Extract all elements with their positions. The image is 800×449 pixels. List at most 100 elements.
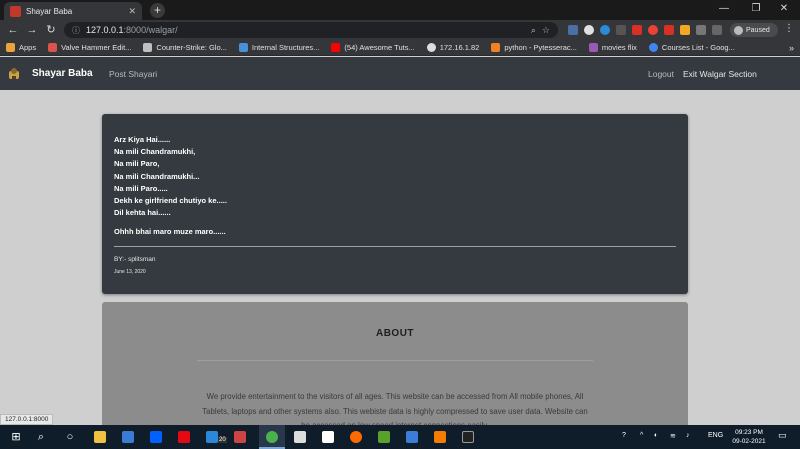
tray-chevron-icon[interactable]: ^ [640,432,643,439]
exit-walgar-link[interactable]: Exit Walgar Section [683,69,757,79]
site-favicon-icon [10,5,21,17]
notifications-icon[interactable]: ▭ [778,430,787,441]
network-icon[interactable]: ◐ [654,432,658,439]
puzzle-icon[interactable] [696,25,706,35]
site-info-icon[interactable]: ⓘ [72,25,80,36]
site-navbar: Shayar Baba Post Shayari Logout Exit Wal… [0,57,800,90]
poem-line: Dekh ke girlfriend chutiyo ke..... [114,196,227,206]
bookmark-item[interactable]: Apps [6,43,36,52]
terminal-icon[interactable] [462,431,474,443]
url-text: 127.0.0.1:8000/walgar/ [86,25,178,35]
help-icon[interactable]: ? [622,432,626,439]
app-icon[interactable] [234,431,246,443]
task-view-icon[interactable]: ○ [62,429,78,445]
bookmark-item[interactable]: Internal Structures... [238,43,319,52]
web-page: Shayar Baba Post Shayari Logout Exit Wal… [0,57,800,425]
bookmark-favicon-icon [238,43,248,52]
tab-title: Shayar Baba [26,6,73,16]
bookmark-item[interactable]: (54) Awesome Tuts... [331,43,415,52]
reload-button[interactable]: ↻ [44,23,58,37]
bookmarks-overflow-button[interactable]: » [789,43,794,53]
stackoverflow-icon [491,43,501,52]
post-date: June 13, 2020 [114,269,146,276]
extension-icon[interactable] [632,25,642,35]
store-icon[interactable] [122,431,134,443]
poem-line: Dil kehta hai...... [114,208,171,218]
app-icon[interactable] [378,431,390,443]
unity-icon[interactable] [322,431,334,443]
clock-date: 09-02-2021 [732,438,766,445]
post-author: BY:- splitsman [114,256,156,264]
bookmark-star-icon[interactable]: ☆ [542,25,550,36]
file-explorer-icon[interactable] [94,431,106,443]
profile-status: Paused [746,26,770,34]
chrome-icon[interactable] [266,431,278,443]
menu-icon[interactable]: ⋮ [784,23,794,34]
link-status-bar: 127.0.0.1:8000 [0,414,54,425]
post-shayari-link[interactable]: Post Shayari [109,69,157,79]
poem-line: Na mili Chandramukhi... [114,171,200,181]
new-tab-button[interactable]: + [150,3,165,18]
bookmark-item[interactable]: movies flix [588,43,637,52]
extension-icon[interactable] [568,25,578,35]
youtube-icon [331,43,341,52]
google-icon [648,43,658,52]
about-heading: ABOUT [375,328,415,339]
browser-toolbar: ← → ↻ ⓘ 127.0.0.1:8000/walgar/ ⌕ ☆ Pause… [0,20,800,40]
back-button[interactable]: ← [6,23,20,37]
bookmark-item[interactable]: 172.16.1.82 [426,43,479,52]
mail-badge: 20 [218,437,227,443]
apps-grid-icon [6,43,15,52]
globe-icon [426,43,436,52]
media-icon[interactable] [712,25,722,35]
app-icon[interactable] [406,431,418,443]
bookmark-favicon-icon [588,43,598,52]
bookmarks-bar: Apps Valve Hammer Edit... Counter-Strike… [0,40,800,56]
extension-icon[interactable] [680,25,690,35]
brand-name[interactable]: Shayar Baba [32,68,93,79]
close-window-button[interactable]: ✕ [768,0,800,18]
poem-punchline: Ohhh bhai maro muze maro...... [114,227,226,237]
system-clock[interactable]: 09:23 PM 09-02-2021 [726,428,772,446]
brand-logo-icon[interactable] [7,67,21,81]
photos-icon[interactable] [294,431,306,443]
language-indicator[interactable]: ENG [708,432,723,439]
about-text: We provide entertainment to the visitors… [202,392,588,425]
address-bar[interactable]: ⓘ 127.0.0.1:8000/walgar/ ⌕ ☆ [64,22,558,38]
search-icon[interactable]: ⌕ [33,429,49,445]
windows-start-icon[interactable]: ⊞ [8,429,24,445]
extension-icon[interactable] [616,25,626,35]
poem-line: Arz Kiya Hai...... [114,135,171,144]
zoom-icon[interactable]: ⌕ [531,25,536,36]
bookmark-item[interactable]: Counter-Strike: Glo... [143,43,227,52]
poem-line: Na mili Paro, [114,159,160,169]
extension-icon[interactable] [664,25,674,35]
bookmark-item[interactable]: Valve Hammer Edit... [48,43,131,52]
volume-icon[interactable]: ♪ [686,432,690,439]
mail-icon[interactable] [206,431,218,443]
extension-icon[interactable] [648,25,658,35]
bookmark-item[interactable]: python - Pytesserac... [491,43,577,52]
netflix-icon[interactable] [178,431,190,443]
bookmark-favicon-icon [48,43,58,52]
about-section: ABOUT We provide entertainment to the vi… [102,302,688,425]
app-icon[interactable] [350,431,362,443]
tab-close-icon[interactable]: ✕ [128,6,136,17]
forward-button[interactable]: → [25,23,39,37]
dropbox-icon[interactable] [150,431,162,443]
shayari-card: Arz Kiya Hai...... Na mili Chandramukhi,… [102,114,688,294]
extension-icon[interactable] [584,25,594,35]
browser-titlebar: Shayar Baba ✕ + — ❐ ✕ [0,0,800,20]
avatar [734,25,743,35]
profile-button[interactable]: Paused [730,23,778,37]
xampp-icon[interactable] [434,431,446,443]
minimize-button[interactable]: — [708,0,740,18]
bookmark-item[interactable]: Courses List - Goog... [648,43,735,52]
poem-line: Na mili Chandramukhi, [114,147,196,157]
about-divider [197,360,593,361]
extension-icon[interactable] [600,25,610,35]
wifi-icon[interactable]: ≋ [670,432,676,440]
logout-link[interactable]: Logout [648,69,674,79]
browser-tab[interactable]: Shayar Baba ✕ [4,2,142,20]
clock-time: 09:23 PM [735,429,763,436]
